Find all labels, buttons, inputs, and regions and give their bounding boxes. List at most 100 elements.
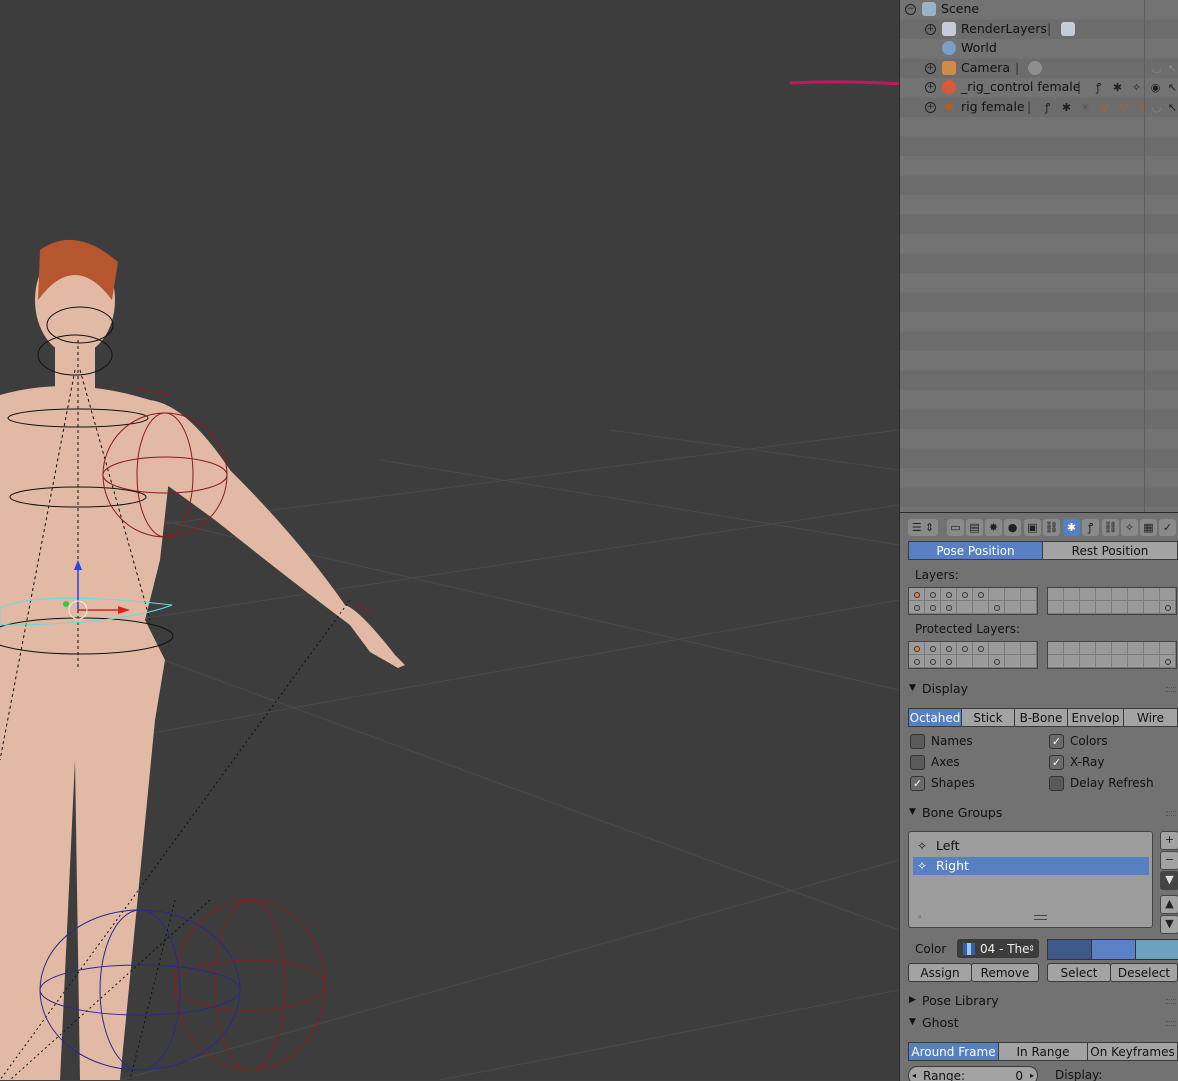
ghost-around-frame-button[interactable]: Around Frame: [908, 1042, 999, 1061]
bone-group-icon[interactable]: ✧: [1130, 81, 1143, 94]
camera-data-icon[interactable]: [1028, 60, 1042, 75]
pose-icon[interactable]: ꝭ: [1092, 81, 1105, 94]
display-panel-header[interactable]: ▼ Display: [900, 678, 1178, 699]
expand-icon[interactable]: +: [925, 101, 936, 113]
object-tab-icon[interactable]: ▣: [1024, 519, 1041, 536]
outliner-row-camera[interactable]: + Camera | ◡ ↖: [900, 59, 1178, 79]
vertex-group-icon[interactable]: ▽: [1117, 101, 1130, 114]
protected-layers-grid-left[interactable]: [908, 641, 1038, 669]
active-color-swatch[interactable]: [1135, 939, 1178, 960]
vertex-group-icon[interactable]: ▽: [1098, 101, 1111, 114]
expand-icon[interactable]: +: [925, 82, 936, 93]
protected-layers-grid-right[interactable]: [1047, 641, 1177, 669]
drag-grip-icon[interactable]: [1166, 811, 1176, 816]
armature-data-icon[interactable]: ✱: [1060, 101, 1073, 114]
render-layer-icon[interactable]: [1061, 21, 1075, 36]
editor-type-menu[interactable]: ☰ ⇕: [908, 519, 938, 536]
names-checkbox[interactable]: [910, 734, 925, 749]
world-tab-icon[interactable]: ●: [1004, 519, 1021, 536]
render-tab-icon[interactable]: ▭: [947, 519, 964, 536]
collapse-icon[interactable]: −: [905, 4, 916, 15]
delay-refresh-checkbox[interactable]: [1049, 776, 1064, 791]
vertex-group-icon[interactable]: ▽: [1136, 101, 1149, 114]
move-down-button[interactable]: ▼: [1160, 915, 1178, 934]
normal-color-swatch[interactable]: [1047, 939, 1093, 960]
deselect-button[interactable]: Deselect: [1110, 963, 1178, 982]
ghost-in-range-button[interactable]: In Range: [998, 1042, 1088, 1061]
armature-data-icon[interactable]: ✱: [1111, 81, 1124, 94]
display-mode-stick[interactable]: Stick: [961, 708, 1015, 727]
layers-grid-right[interactable]: [1047, 587, 1177, 615]
expand-icon[interactable]: +: [925, 23, 936, 35]
eye-icon[interactable]: ◡: [1150, 62, 1163, 75]
bone-groups-panel-header[interactable]: ▼ Bone Groups: [900, 802, 1178, 823]
physics-tab-icon[interactable]: ✓: [1159, 519, 1176, 536]
display-mode-bbone[interactable]: B-Bone: [1014, 708, 1068, 727]
move-up-button[interactable]: ▲: [1160, 895, 1178, 914]
outliner-row-rig-control-female[interactable]: + _rig_control female | ꝭ ✱ ✧ ◉ ↖: [900, 78, 1178, 98]
bone-group-label: Right: [936, 858, 969, 873]
names-label: Names: [931, 734, 973, 748]
3d-viewport[interactable]: [0, 0, 899, 1080]
add-bone-group-button[interactable]: +: [1160, 831, 1178, 850]
select-button[interactable]: Select: [1047, 963, 1111, 982]
display-mode-octahedral[interactable]: Octahed: [908, 708, 962, 727]
increment-arrow-icon[interactable]: ▸: [1030, 1067, 1034, 1081]
drag-grip-icon[interactable]: [1166, 1021, 1176, 1026]
texture-tab-icon[interactable]: ▦: [1140, 519, 1157, 536]
pose-library-panel-header[interactable]: ▶ Pose Library: [900, 990, 1178, 1011]
bone-group-item-left[interactable]: ✧ Left: [913, 837, 1149, 855]
cursor-icon[interactable]: ↖: [1166, 62, 1178, 75]
pose-icon[interactable]: ꝭ: [1041, 101, 1054, 114]
list-resize-grip[interactable]: [1034, 915, 1047, 920]
outliner-row-world[interactable]: World: [900, 39, 1178, 59]
remove-bone-group-button[interactable]: −: [1160, 851, 1178, 870]
drag-grip-icon[interactable]: [1166, 687, 1176, 692]
ghost-on-keyframes-button[interactable]: On Keyframes: [1087, 1042, 1178, 1061]
display-mode-wire[interactable]: Wire: [1123, 708, 1178, 727]
cursor-icon[interactable]: ↖: [1166, 101, 1178, 114]
display-mode-envelope[interactable]: Envelop: [1067, 708, 1124, 727]
ghost-panel-header[interactable]: ▼ Ghost: [900, 1012, 1178, 1033]
scene-tab-icon[interactable]: ✸: [985, 519, 1002, 536]
drag-grip-icon[interactable]: [1166, 999, 1176, 1004]
modifiers-tab-icon[interactable]: ✧: [1121, 519, 1138, 536]
outliner-row-scene[interactable]: − Scene: [900, 0, 1178, 20]
bone-icon[interactable]: ✳: [1079, 101, 1092, 114]
bone-group-specials-button[interactable]: ▼: [1160, 871, 1178, 890]
outliner-row-rig-female[interactable]: + ✱ rig female | ꝭ ✱ ✳ ▽ ▽ ▽ ◡ ↖: [900, 98, 1178, 118]
expanded-triangle-icon: ▼: [909, 807, 916, 817]
decrement-arrow-icon[interactable]: ◂: [912, 1067, 916, 1081]
eye-icon[interactable]: ◉: [1149, 81, 1162, 94]
properties-panel[interactable]: ☰ ⇕ ▭ ▤ ✸ ● ▣ ⛓ ✱ ꝭ ⛓ ✧ ▦ ✓ Pose Positio…: [899, 512, 1178, 1081]
render-layers-tab-icon[interactable]: ▤: [966, 519, 983, 536]
remove-button[interactable]: Remove: [971, 963, 1039, 982]
layers-grid-left[interactable]: [908, 587, 1038, 615]
cursor-icon[interactable]: ↖: [1166, 81, 1178, 94]
separator: |: [1077, 79, 1082, 94]
axes-checkbox[interactable]: [910, 755, 925, 770]
expand-icon[interactable]: +: [925, 62, 936, 74]
assign-button[interactable]: Assign: [908, 963, 972, 982]
bone-groups-list[interactable]: ✧ Left ✧ Right ◦: [908, 831, 1153, 928]
eye-icon[interactable]: ◡: [1150, 101, 1163, 114]
bone-constraints-tab-icon[interactable]: ⛓: [1102, 519, 1119, 536]
select-color-swatch[interactable]: [1091, 939, 1137, 960]
color-set-dropdown[interactable]: 04 - The ⇕: [957, 939, 1039, 958]
xray-label: X-Ray: [1070, 755, 1105, 769]
outliner-panel[interactable]: − Scene + RenderLayers | World + Camera …: [899, 0, 1178, 512]
ghost-range-field[interactable]: ◂ Range: 0 ▸: [908, 1066, 1038, 1081]
outliner-row-renderlayers[interactable]: + RenderLayers |: [900, 20, 1178, 40]
list-filter-icon[interactable]: ◦: [917, 913, 922, 923]
armature-tab-icon[interactable]: ✱: [1063, 519, 1080, 536]
pose-position-button[interactable]: Pose Position: [908, 541, 1043, 560]
colors-checkbox[interactable]: ✓: [1049, 734, 1064, 749]
axes-label: Axes: [931, 755, 960, 769]
xray-checkbox[interactable]: ✓: [1049, 755, 1064, 770]
constraints-tab-icon[interactable]: ⛓: [1043, 519, 1060, 536]
bone-tab-icon[interactable]: ꝭ: [1082, 519, 1099, 536]
rest-position-button[interactable]: Rest Position: [1042, 541, 1178, 560]
bone-group-item-right[interactable]: ✧ Right: [913, 857, 1149, 875]
delay-refresh-label: Delay Refresh: [1070, 776, 1154, 790]
shapes-checkbox[interactable]: ✓: [910, 776, 925, 791]
